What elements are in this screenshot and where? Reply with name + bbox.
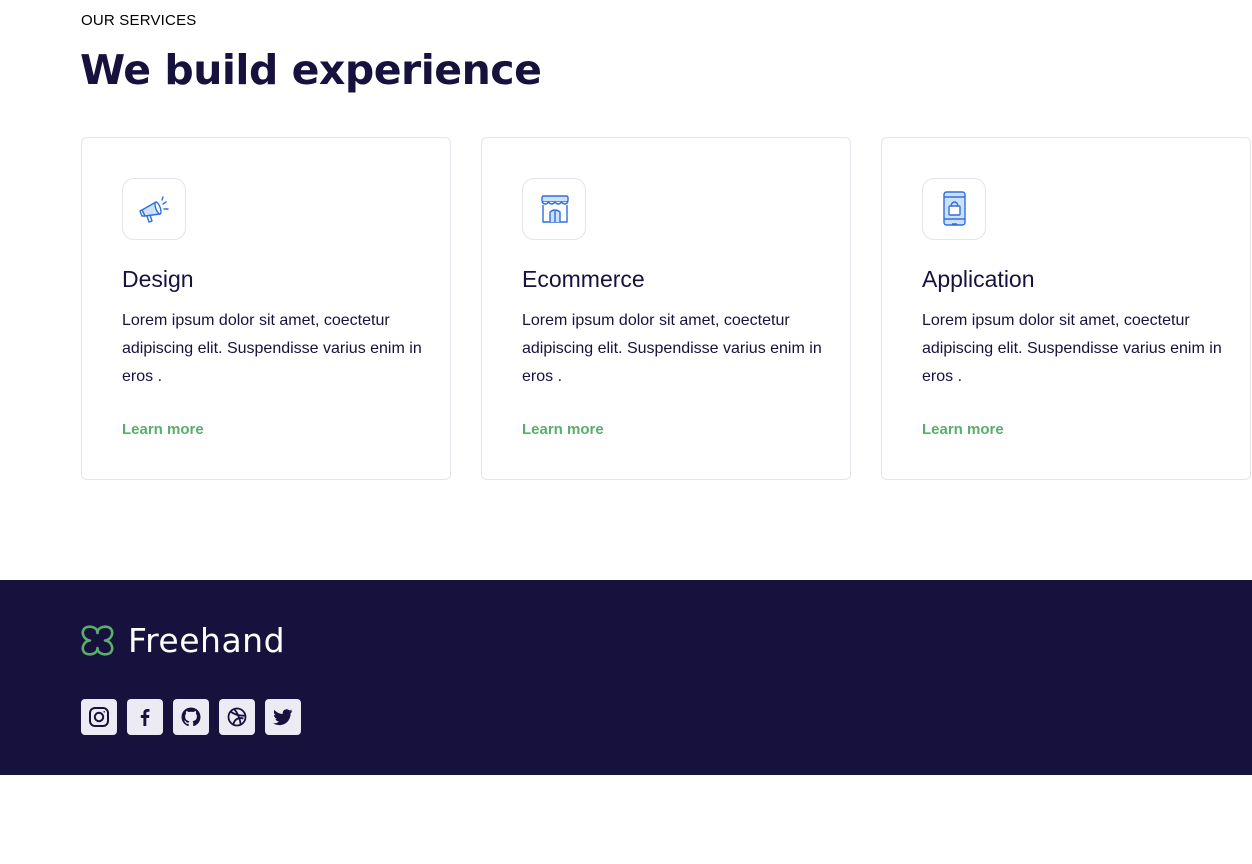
storefront-icon [522, 178, 586, 240]
service-card-ecommerce: Ecommerce Lorem ipsum dolor sit amet, co… [481, 137, 851, 480]
services-section: OUR SERVICES We build experience Design … [0, 0, 1252, 580]
instagram-icon[interactable] [81, 699, 117, 735]
card-title: Design [122, 266, 194, 292]
service-card-application: Application Lorem ipsum dolor sit amet, … [881, 137, 1251, 480]
learn-more-link[interactable]: Learn more [522, 421, 604, 438]
site-footer: Freehand [0, 580, 1252, 775]
github-icon[interactable] [173, 699, 209, 735]
social-links [81, 699, 301, 735]
facebook-icon[interactable] [127, 699, 163, 735]
learn-more-link[interactable]: Learn more [922, 421, 1004, 438]
service-card-design: Design Lorem ipsum dolor sit amet, coect… [81, 137, 451, 480]
brand-logo[interactable]: Freehand [81, 621, 285, 660]
learn-more-link[interactable]: Learn more [122, 421, 204, 438]
section-eyebrow: OUR SERVICES [81, 12, 197, 29]
mobile-shopping-icon [922, 178, 986, 240]
megaphone-icon [122, 178, 186, 240]
card-description: Lorem ipsum dolor sit amet, coectetur ad… [522, 312, 822, 385]
dribbble-icon[interactable] [219, 699, 255, 735]
card-description: Lorem ipsum dolor sit amet, coectetur ad… [122, 312, 422, 385]
card-title: Application [922, 266, 1035, 292]
card-title: Ecommerce [522, 266, 645, 292]
twitter-icon[interactable] [265, 699, 301, 735]
section-headline: We build experience [80, 46, 542, 94]
brand-name: Freehand [128, 621, 286, 660]
clover-logo-icon [81, 625, 114, 656]
card-description: Lorem ipsum dolor sit amet, coectetur ad… [922, 312, 1222, 385]
